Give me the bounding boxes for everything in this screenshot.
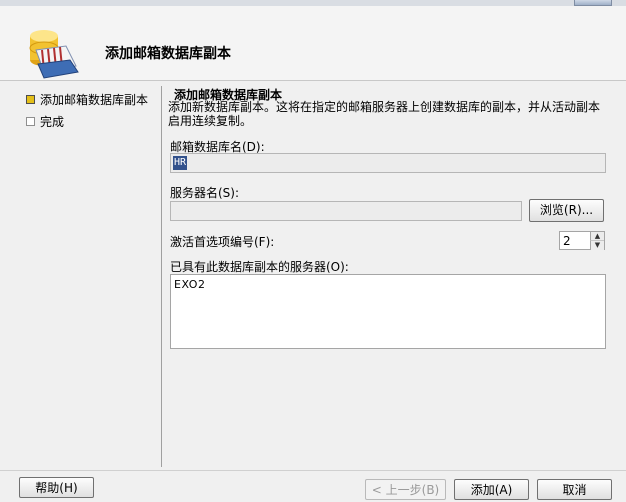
database-name-field[interactable]: HR <box>170 153 606 173</box>
cancel-button[interactable]: 取消 <box>537 479 612 500</box>
back-button[interactable]: < 上一步(B) <box>365 479 446 500</box>
description-line-2: 启用连续复制。 <box>168 114 253 128</box>
wizard-title: 添加邮箱数据库副本 <box>105 46 231 62</box>
step-label: 完成 <box>40 115 65 129</box>
activation-preference-stepper[interactable]: 2 ▲ ▼ <box>559 231 605 250</box>
step-completion[interactable]: 完成 <box>20 114 160 136</box>
wizard-step-list: 添加邮箱数据库副本 完成 <box>20 92 160 136</box>
activation-preference-label: 激活首选项编号(F): <box>170 235 275 249</box>
step-add-database-copy[interactable]: 添加邮箱数据库副本 <box>20 92 160 114</box>
wizard-header: 添加邮箱数据库副本 <box>0 6 626 80</box>
server-list-item[interactable]: EXO2 <box>174 278 205 291</box>
current-step-icon <box>26 95 35 104</box>
existing-servers-list[interactable]: EXO2 <box>170 274 606 349</box>
spin-down-icon[interactable]: ▼ <box>590 241 604 250</box>
activation-preference-value: 2 <box>563 234 571 248</box>
spin-up-icon[interactable]: ▲ <box>590 232 604 241</box>
nav-divider <box>161 86 162 467</box>
server-name-label: 服务器名(S): <box>170 186 240 200</box>
database-name-value: HR <box>173 156 188 170</box>
footer-divider <box>0 470 626 471</box>
database-wizard-icon <box>22 20 84 82</box>
server-name-field[interactable] <box>170 201 522 221</box>
browse-button[interactable]: 浏览(R)... <box>529 199 604 222</box>
description-line-1: 添加新数据库副本。这将在指定的邮箱服务器上创建数据库的副本，并从活动副本 <box>168 100 601 114</box>
header-divider <box>0 80 626 81</box>
help-button[interactable]: 帮助(H) <box>19 477 94 498</box>
section-description: 添加新数据库副本。这将在指定的邮箱服务器上创建数据库的副本，并从活动副本 启用连… <box>168 100 608 128</box>
pending-step-icon <box>26 117 35 126</box>
add-button[interactable]: 添加(A) <box>454 479 529 500</box>
existing-servers-label: 已具有此数据库副本的服务器(O): <box>170 260 349 274</box>
step-label: 添加邮箱数据库副本 <box>40 93 149 107</box>
